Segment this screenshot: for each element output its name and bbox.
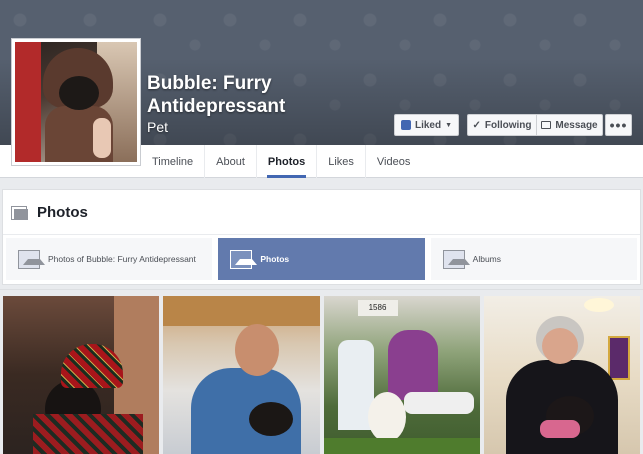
photo-thumbnail[interactable]: 1586	[323, 296, 480, 454]
tab-label: Likes	[328, 155, 354, 168]
photo-thumbnail[interactable]	[3, 296, 160, 454]
photos-header: Photos	[3, 190, 640, 235]
lamp	[583, 298, 614, 312]
plaid-scarf	[33, 414, 143, 454]
message-button[interactable]: Message	[536, 114, 603, 136]
woman-top	[387, 330, 438, 400]
page-tabs: Timeline About Photos Likes Videos	[141, 145, 421, 178]
tab-label: About	[216, 155, 245, 168]
photo-grid: 1586	[3, 296, 640, 454]
tab-label: Videos	[376, 155, 411, 168]
photo-thumbnail[interactable]	[163, 296, 320, 454]
caret-down-icon: ▼	[445, 121, 453, 129]
album-icon	[442, 249, 470, 269]
message-icon	[541, 121, 552, 129]
profile-picture-image	[15, 42, 137, 162]
subtab-label: Photos of Bubble: Furry Antidepressant	[48, 254, 196, 264]
dog-face	[59, 76, 99, 110]
liked-button[interactable]: Liked ▼	[394, 114, 459, 136]
following-label: Following	[484, 119, 532, 131]
more-options-button[interactable]: •••	[605, 114, 632, 136]
photos-section-title: Photos	[37, 203, 88, 221]
photos-of-icon	[18, 249, 45, 269]
subtab-label: Albums	[472, 254, 501, 264]
profile-bg-left	[15, 42, 41, 162]
woman-pants	[403, 392, 474, 414]
tab-timeline[interactable]: Timeline	[141, 145, 206, 178]
more-dots-icon: •••	[609, 117, 628, 133]
tab-label: Timeline	[152, 155, 194, 168]
subtab-albums[interactable]: Albums	[430, 238, 637, 280]
following-button[interactable]: ✓ Following	[467, 114, 537, 136]
dog-sweater	[539, 420, 580, 438]
poodle	[367, 392, 406, 442]
woman-face	[541, 328, 578, 364]
tab-likes[interactable]: Likes	[317, 145, 366, 178]
address-sign: 1586	[357, 300, 398, 316]
page-title[interactable]: Bubble: Furry Antidepressant	[147, 72, 347, 118]
profile-picture[interactable]	[11, 38, 141, 166]
tab-label: Photos	[267, 155, 306, 168]
thumbs-up-icon	[400, 120, 411, 130]
hand	[93, 118, 111, 158]
subtab-photos-of-page[interactable]: Photos of Bubble: Furry Antidepressant	[6, 238, 213, 280]
photo-thumbnail[interactable]	[483, 296, 640, 454]
tab-videos[interactable]: Videos	[366, 145, 421, 178]
liked-label: Liked	[414, 119, 442, 131]
grass	[323, 438, 480, 454]
checkmark-icon: ✓	[472, 119, 481, 131]
photos-icon	[11, 204, 29, 220]
photo-stack-icon	[230, 249, 258, 269]
cabinets	[163, 296, 320, 326]
tab-photos[interactable]: Photos	[257, 145, 318, 178]
subtab-label: Photos	[260, 254, 290, 264]
subtab-photos[interactable]: Photos	[218, 238, 425, 280]
message-label: Message	[555, 119, 598, 131]
man-head	[235, 324, 280, 376]
photos-subtabs: Photos of Bubble: Furry Antidepressant P…	[3, 235, 640, 283]
dog	[249, 402, 294, 436]
page-category: Pet	[147, 119, 169, 135]
divider	[0, 289, 643, 290]
photos-panel: Photos Photos of Bubble: Furry Antidepre…	[2, 189, 641, 285]
tab-about[interactable]: About	[205, 145, 257, 178]
banner	[608, 336, 630, 380]
